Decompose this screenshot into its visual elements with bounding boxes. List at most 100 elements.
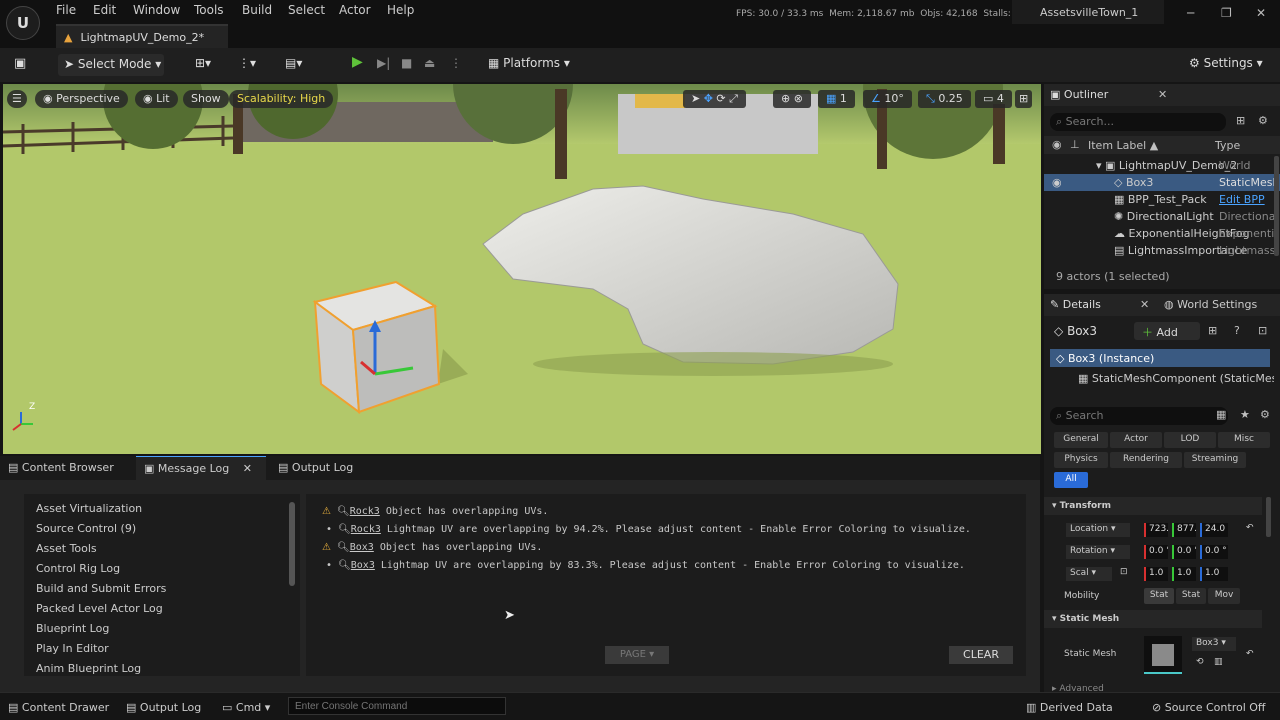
outliner-row-selected[interactable]: ◉ ◇ Box3 StaticMesh (1044, 174, 1280, 191)
level-viewport[interactable]: Z ☰ ◉ Perspective ◉ Lit Show Scalability… (3, 84, 1041, 454)
perspective-button[interactable]: ◉ Perspective (35, 90, 128, 108)
cinematics-icon[interactable]: ▤▾ (285, 56, 302, 70)
instance-row[interactable]: ◇ Box3 (Instance) (1050, 349, 1270, 367)
column-type[interactable]: Type (1215, 139, 1240, 152)
filter-physics[interactable]: Physics (1054, 452, 1108, 468)
log-category[interactable]: Play In Editor (36, 642, 109, 655)
close-details-icon[interactable]: ✕ (1140, 298, 1149, 311)
filter-streaming[interactable]: Streaming (1184, 452, 1246, 468)
location-dropdown[interactable]: Location ▾ (1066, 523, 1130, 537)
component-row[interactable]: ▦ StaticMeshComponent (StaticMesh (1078, 372, 1274, 385)
blueprint-icon[interactable]: ⊞ (1208, 324, 1217, 337)
angle-snap-button[interactable]: ∠ 10° (863, 90, 912, 108)
scale-snap-button[interactable]: ⤡ 0.25 (918, 90, 971, 108)
hamburger-menu-icon[interactable]: ☰ (7, 90, 27, 108)
scale-dropdown[interactable]: Scal ▾ (1066, 567, 1112, 581)
log-category[interactable]: Source Control (9) (36, 522, 136, 535)
gear-icon[interactable]: ⚙ (1260, 408, 1270, 421)
mobility-movable[interactable]: Mov (1208, 588, 1240, 604)
world-local-icon[interactable]: ⊕ ⊗ (773, 90, 811, 108)
log-category[interactable]: Blueprint Log (36, 622, 109, 635)
menu-help[interactable]: Help (387, 3, 414, 17)
menu-actor[interactable]: Actor (339, 3, 371, 17)
minimize-icon[interactable]: ─ (1187, 6, 1194, 20)
mesh-thumbnail[interactable] (1144, 636, 1182, 674)
table-view-icon[interactable]: ▦ (1216, 408, 1226, 421)
show-button[interactable]: Show (183, 90, 229, 108)
tab-message-log[interactable]: ▣ Message Log ✕ (136, 456, 266, 480)
output-log-button[interactable]: ▤ Output Log (126, 701, 201, 714)
menu-select[interactable]: Select (288, 3, 325, 17)
menu-edit[interactable]: Edit (93, 3, 116, 17)
stop-icon[interactable]: ■ (401, 56, 412, 70)
tab-world-settings[interactable]: ◍ World Settings (1164, 298, 1257, 311)
filter-lod[interactable]: LOD (1164, 432, 1216, 448)
mobility-static[interactable]: Stat (1144, 588, 1174, 604)
advanced-section[interactable]: ▸ Advanced (1052, 684, 1104, 694)
transform-tools[interactable]: ➤ ✥ ⟳ ⤢ (683, 90, 746, 108)
outliner-row[interactable]: ▤ LightmassImportance Lightmass (1044, 242, 1280, 259)
location-x-field[interactable]: 723. (1144, 523, 1168, 537)
folder-icon[interactable]: ⊞ (1236, 114, 1245, 127)
outliner-row[interactable]: ▾ ▣ LightmapUV_Demo_2 World (1044, 157, 1280, 174)
log-category[interactable]: Packed Level Actor Log (36, 602, 163, 615)
layout-icon[interactable]: ⊞ (1015, 90, 1033, 108)
menu-file[interactable]: File (56, 3, 76, 17)
outliner-row[interactable]: ▦ BPP_Test_Pack Edit BPP (1044, 191, 1280, 208)
scale-z-field[interactable]: 1.0 (1200, 567, 1228, 581)
log-category[interactable]: Anim Blueprint Log (36, 662, 141, 675)
tab-details[interactable]: ✎ Details (1050, 298, 1101, 311)
lit-button[interactable]: ◉ Lit (135, 90, 178, 108)
scale-x-field[interactable]: 1.0 (1144, 567, 1168, 581)
document-tab[interactable]: ▲ LightmapUV_Demo_2* (56, 24, 228, 48)
menu-tools[interactable]: Tools (194, 3, 224, 17)
platforms-dropdown[interactable]: ▦ Platforms ▾ (488, 56, 570, 70)
filter-actor[interactable]: Actor (1110, 432, 1162, 448)
clear-button[interactable]: CLEAR (949, 646, 1013, 664)
tab-content-browser[interactable]: ▤ Content Browser (8, 461, 114, 474)
menu-window[interactable]: Window (133, 3, 180, 17)
source-control-button[interactable]: ⊘ Source Control Off (1152, 701, 1266, 714)
log-object-link[interactable]: Box3 (350, 542, 374, 553)
cmd-dropdown[interactable]: ▭ Cmd ▾ (222, 701, 270, 714)
static-mesh-section[interactable]: ▾ Static Mesh (1052, 614, 1119, 624)
browse-icon[interactable]: ▥ (1214, 657, 1223, 667)
log-category[interactable]: Build and Submit Errors (36, 582, 166, 595)
close-outliner-icon[interactable]: ✕ (1158, 88, 1167, 101)
star-icon[interactable]: ★ (1240, 408, 1250, 421)
close-tab-icon[interactable]: ✕ (243, 462, 252, 475)
tab-output-log[interactable]: ▤ Output Log (278, 461, 353, 474)
location-z-field[interactable]: 24.0 (1200, 523, 1228, 537)
outliner-row[interactable]: ✺ DirectionalLight Directional (1044, 208, 1280, 225)
category-scrollbar[interactable] (289, 502, 295, 586)
details-search[interactable]: ⌕ Search (1050, 407, 1228, 425)
settings-dropdown[interactable]: ⚙ Settings ▾ (1189, 56, 1263, 70)
mesh-dropdown[interactable]: Box3 ▾ (1192, 637, 1236, 651)
filter-general[interactable]: General (1054, 432, 1108, 448)
close-window-icon[interactable]: ✕ (1256, 6, 1266, 20)
maximize-icon[interactable]: ❐ (1221, 6, 1232, 20)
reset-location-icon[interactable]: ↶ (1246, 523, 1254, 533)
visibility-column-icon[interactable]: ◉ (1052, 138, 1062, 151)
column-item-label[interactable]: Item Label ▲ (1088, 139, 1158, 152)
use-selected-icon[interactable]: ⟲ (1196, 657, 1204, 667)
save-icon[interactable]: ▣ (14, 56, 26, 71)
step-icon[interactable]: ▶| (377, 56, 390, 70)
log-object-link[interactable]: Rock3 (350, 506, 380, 517)
log-category[interactable]: Asset Tools (36, 542, 97, 555)
log-category[interactable]: Control Rig Log (36, 562, 120, 575)
select-mode-dropdown[interactable]: ➤ Select Mode ▾ (58, 54, 164, 76)
rotation-x-field[interactable]: 0.0 ° (1144, 545, 1168, 559)
lock-icon[interactable]: ⊡ (1258, 324, 1267, 337)
add-actor-icon[interactable]: ⊞▾ (195, 56, 211, 70)
mobility-stationary[interactable]: Stat (1176, 588, 1206, 604)
blueprint-icon[interactable]: ⋮▾ (238, 56, 256, 70)
reset-mesh-icon[interactable]: ↶ (1246, 649, 1254, 659)
unreal-logo-icon[interactable]: U (6, 6, 40, 40)
outliner-scrollbar[interactable] (1274, 156, 1279, 256)
content-drawer-button[interactable]: ▤ Content Drawer (8, 701, 109, 714)
log-category[interactable]: Asset Virtualization (36, 502, 142, 515)
filter-misc[interactable]: Misc (1218, 432, 1270, 448)
pin-column-icon[interactable]: ⊥ (1070, 138, 1080, 151)
filter-all[interactable]: All (1054, 472, 1088, 488)
